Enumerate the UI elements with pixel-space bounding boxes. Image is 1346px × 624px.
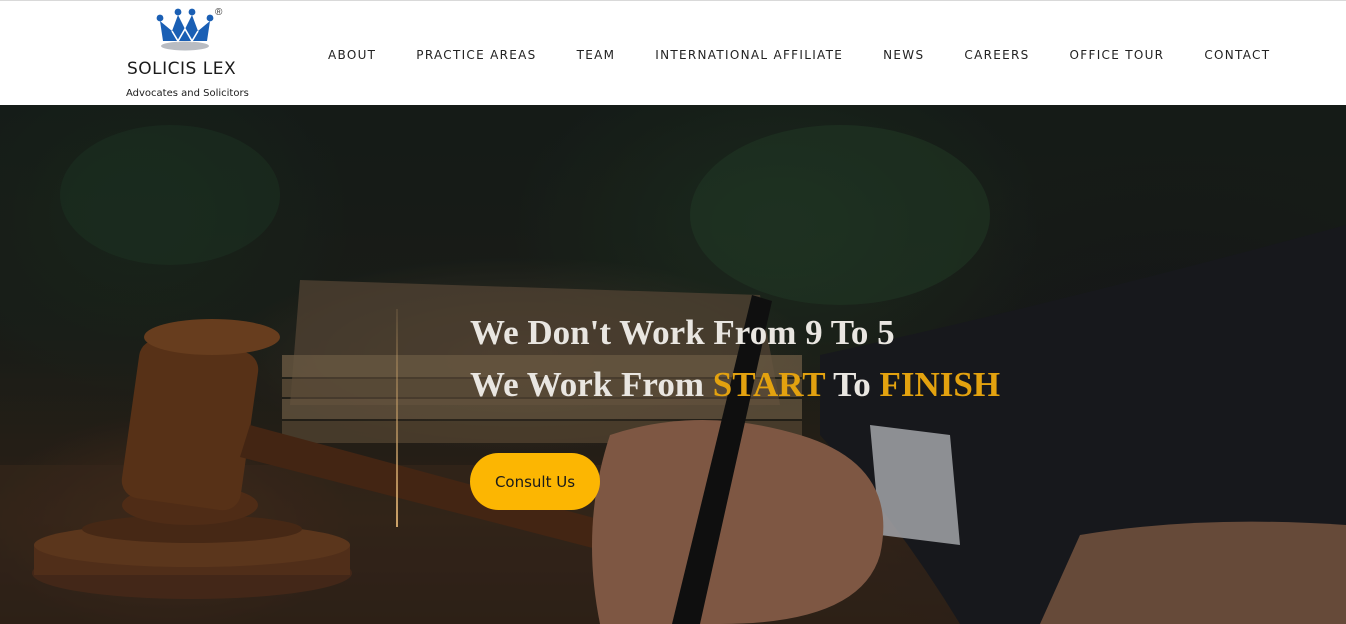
nav-item-team[interactable]: TEAM bbox=[557, 46, 636, 64]
nav-item-office-tour[interactable]: OFFICE TOUR bbox=[1050, 46, 1185, 64]
main-nav: ABOUT PRACTICE AREAS TEAM INTERNATIONAL … bbox=[308, 46, 1290, 64]
consult-us-button[interactable]: Consult Us bbox=[470, 453, 600, 510]
nav-item-practice-areas[interactable]: PRACTICE AREAS bbox=[396, 46, 556, 64]
headline-highlight-start: START bbox=[712, 365, 825, 404]
nav-item-international-affiliate[interactable]: INTERNATIONAL AFFILIATE bbox=[635, 46, 863, 64]
headline-middle: To bbox=[824, 365, 880, 404]
headline-prefix: We Work From bbox=[470, 365, 713, 404]
hero-headline-line-1: We Don't Work From 9 To 5 bbox=[470, 313, 895, 352]
brand-name: SOLICIS LEX bbox=[127, 59, 237, 79]
hero-headline: We Don't Work From 9 To 5 We Work From S… bbox=[470, 307, 1090, 411]
nav-item-about[interactable]: ABOUT bbox=[308, 46, 396, 64]
site-logo[interactable]: ® SOLICIS LEX Advocates and Solicitors bbox=[120, 7, 252, 103]
headline-highlight-finish: FINISH bbox=[879, 365, 1001, 404]
registered-mark: ® bbox=[215, 7, 223, 18]
nav-item-careers[interactable]: CAREERS bbox=[944, 46, 1049, 64]
hero-banner: We Don't Work From 9 To 5 We Work From S… bbox=[0, 105, 1346, 624]
brand-tagline: Advocates and Solicitors bbox=[126, 88, 249, 99]
nav-item-contact[interactable]: CONTACT bbox=[1184, 46, 1290, 64]
crown-logo-icon bbox=[156, 8, 214, 51]
site-header: ® SOLICIS LEX Advocates and Solicitors A… bbox=[0, 0, 1346, 105]
nav-item-news[interactable]: NEWS bbox=[863, 46, 944, 64]
hero-accent-line bbox=[396, 309, 398, 527]
hero-headline-line-2: We Work From START To FINISH bbox=[470, 359, 1090, 411]
